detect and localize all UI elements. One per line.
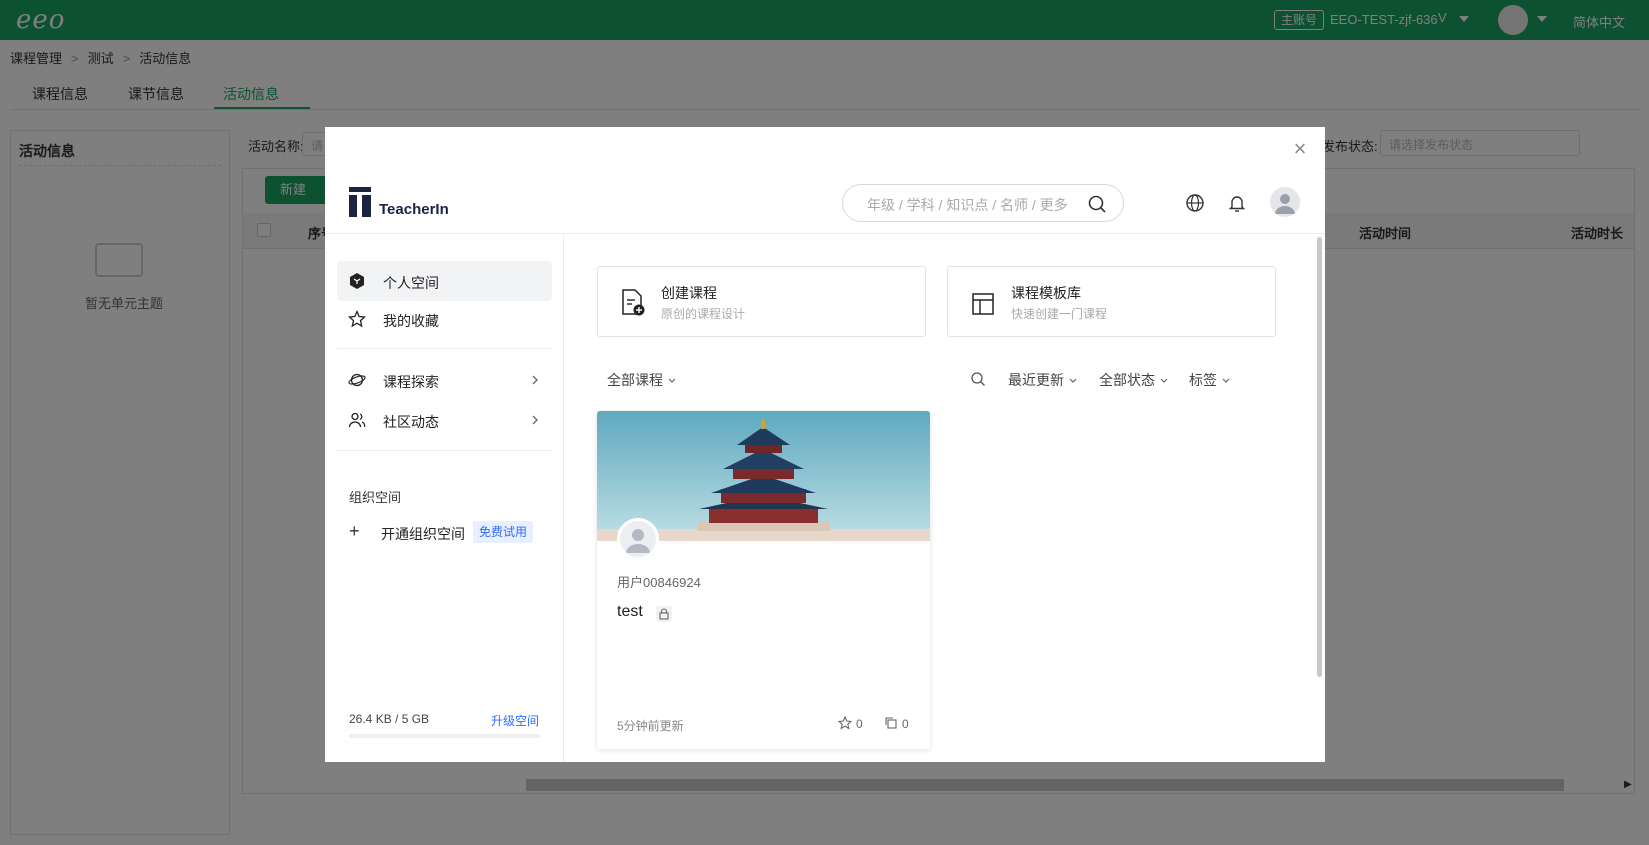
course-title[interactable]: test <box>617 603 643 621</box>
author-avatar[interactable] <box>617 518 659 560</box>
modal-main: 创建课程 原创的课程设计 课程模板库 快速创建一门课程 全部课程 最近更新 全部… <box>565 234 1325 762</box>
chevron-down-icon <box>1160 378 1168 384</box>
all-courses-dropdown[interactable]: 全部课程 <box>607 370 677 390</box>
divider <box>337 348 552 349</box>
teacherin-logo-icon <box>349 187 371 217</box>
tags-label: 标签 <box>1189 372 1217 388</box>
lock-icon <box>656 606 672 622</box>
upgrade-space-link[interactable]: 升级空间 <box>491 712 539 729</box>
plus-icon[interactable]: + <box>349 522 360 540</box>
author-name[interactable]: 用户00846924 <box>617 572 701 591</box>
sidebar-item-explore[interactable]: 课程探索 <box>337 360 552 400</box>
quick-action-title: 创建课程 <box>661 285 717 301</box>
chevron-down-icon <box>1222 378 1230 384</box>
chevron-down-icon <box>1069 378 1077 384</box>
status-dropdown[interactable]: 全部状态 <box>1099 370 1169 390</box>
star-count: 0 <box>856 717 863 731</box>
sidebar-item-personal-space[interactable]: 个人空间 <box>337 261 552 301</box>
free-trial-badge[interactable]: 免费试用 <box>473 521 534 543</box>
teacherin-modal: × TeacherIn 年级 / 学科 / 知识点 / 名师 / 更多 个人空间… <box>325 127 1325 762</box>
new-file-icon <box>622 289 645 316</box>
brand-name: TeacherIn <box>379 201 449 218</box>
template-library-card[interactable]: 课程模板库 快速创建一门课程 <box>947 266 1276 337</box>
search-icon[interactable] <box>1087 194 1107 214</box>
copy-icon[interactable] <box>884 716 898 730</box>
updated-time: 5分钟前更新 <box>617 719 684 733</box>
sidebar-item-favorites[interactable]: 我的收藏 <box>337 299 552 339</box>
bell-icon[interactable] <box>1227 193 1247 213</box>
storage-progress-bar <box>349 734 540 738</box>
star-icon <box>348 310 366 328</box>
users-icon <box>348 412 366 428</box>
copy-count: 0 <box>902 717 909 731</box>
layout-template-icon <box>972 293 994 315</box>
search-input[interactable]: 年级 / 学科 / 知识点 / 名师 / 更多 <box>842 184 1124 222</box>
quick-action-title: 课程模板库 <box>1011 285 1081 301</box>
modal-sidebar: 个人空间 我的收藏 课程探索 社区动态 组织空间 + 开通组织空间 免费试用 2… <box>325 234 564 762</box>
tags-dropdown[interactable]: 标签 <box>1189 370 1231 390</box>
sidebar-item-community[interactable]: 社区动态 <box>337 400 552 440</box>
course-card[interactable]: 用户00846924 test 5分钟前更新 0 0 <box>597 411 930 749</box>
create-course-card[interactable]: 创建课程 原创的课程设计 <box>597 266 926 337</box>
star-icon[interactable] <box>838 716 852 730</box>
close-icon[interactable]: × <box>1288 137 1312 161</box>
globe-icon[interactable] <box>1185 193 1205 213</box>
user-avatar[interactable] <box>1270 187 1300 217</box>
planet-icon <box>348 373 366 387</box>
sidebar-item-label: 我的收藏 <box>383 313 439 329</box>
open-org-space-link[interactable]: 开通组织空间 <box>381 524 465 544</box>
user-icon <box>1275 194 1295 214</box>
sidebar-item-label: 个人空间 <box>383 275 439 291</box>
sidebar-item-label: 社区动态 <box>383 414 439 430</box>
chevron-right-icon <box>532 375 538 385</box>
sidebar-item-label: 课程探索 <box>383 374 439 390</box>
quick-action-subtitle: 快速创建一门课程 <box>1011 307 1108 321</box>
quick-action-subtitle: 原创的课程设计 <box>661 307 746 321</box>
all-courses-label: 全部课程 <box>607 372 663 388</box>
search-icon[interactable] <box>970 371 986 387</box>
cube-icon <box>350 273 364 289</box>
storage-usage: 26.4 KB / 5 GB <box>349 712 430 726</box>
sort-label: 最近更新 <box>1008 372 1064 388</box>
chevron-down-icon <box>668 378 676 384</box>
status-label: 全部状态 <box>1099 372 1155 388</box>
user-icon <box>626 529 650 553</box>
chevron-right-icon <box>532 415 538 425</box>
org-space-title: 组织空间 <box>349 490 402 505</box>
sort-recent-dropdown[interactable]: 最近更新 <box>1008 370 1078 390</box>
divider <box>337 450 552 451</box>
search-placeholder: 年级 / 学科 / 知识点 / 名师 / 更多 <box>867 197 1068 213</box>
vertical-scrollbar[interactable] <box>1317 237 1322 677</box>
